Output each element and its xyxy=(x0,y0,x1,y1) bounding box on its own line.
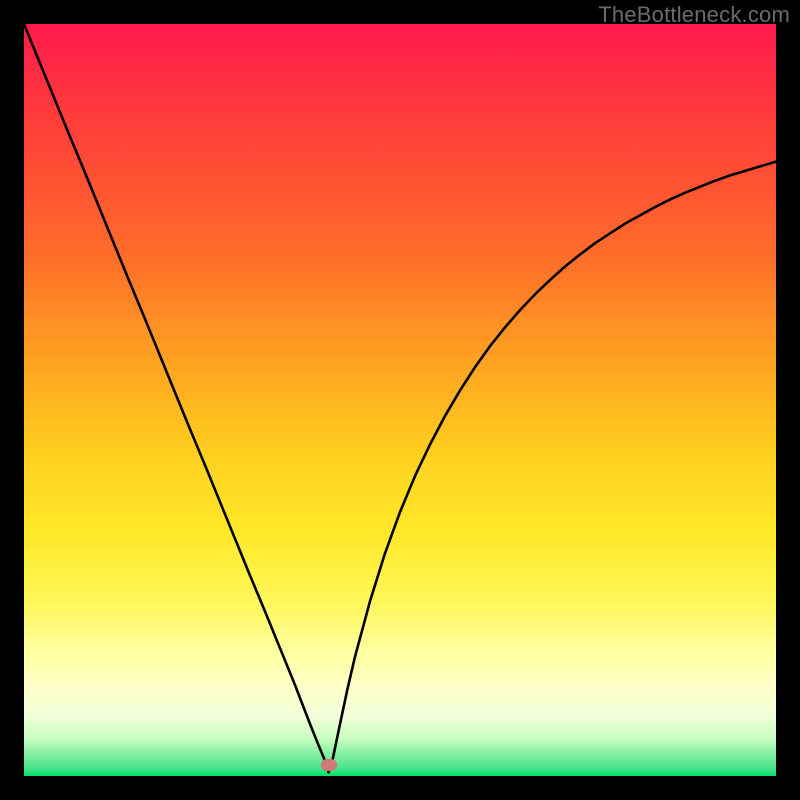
chart-panel xyxy=(24,24,776,776)
bottleneck-curve xyxy=(24,24,776,776)
watermark-text: TheBottleneck.com xyxy=(598,2,790,28)
bottleneck-marker xyxy=(321,759,337,771)
